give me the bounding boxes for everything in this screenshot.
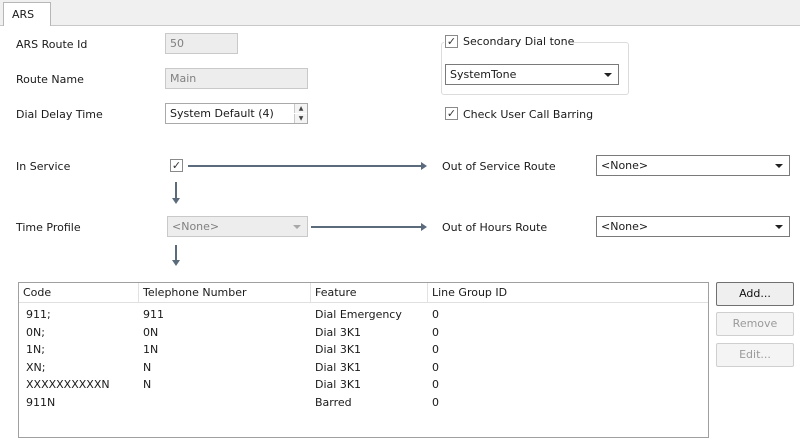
cell-code: 911N [26,395,56,409]
arrow-line [175,182,177,198]
chevron-down-icon [775,225,783,229]
cell-telephone: 1N [143,343,159,356]
secondary-dial-tone-checkbox[interactable]: ✓ [445,35,458,48]
dial-delay-label: Dial Delay Time [16,108,103,121]
spin-up-icon[interactable]: ▲ [294,104,307,113]
checkmark-icon: ✓ [446,35,457,48]
cell-feature: Dial 3K1 [315,360,362,374]
cell-feature: Dial 3K1 [315,343,362,356]
checkmark-icon: ✓ [446,107,457,120]
dial-tone-value: SystemTone [450,68,517,81]
cell-line-group: 0 [432,343,439,356]
tab-strip: ARS [0,0,800,27]
out-of-service-select[interactable]: <None> [596,155,790,176]
arrow-right-icon [421,223,427,231]
secondary-dial-tone-label: Secondary Dial tone [463,35,575,48]
arrow-line [311,226,421,228]
dial-delay-stepper[interactable]: System Default (4) ▲ ▼ [165,103,308,124]
route-id-field[interactable]: 50 [165,33,238,54]
cell-telephone: N [143,360,152,374]
route-name-field[interactable]: Main [165,68,308,89]
table-row[interactable]: XXXXXXXXXXN N Dial 3K1 0 [19,376,708,393]
ars-panel: ARS Route Id 50 Route Name Main Dial Del… [0,26,800,446]
checkmark-icon: ✓ [171,159,182,172]
cell-feature: Dial 3K1 [315,378,362,391]
table-row[interactable]: 0N; 0N Dial 3K1 0 [19,324,708,341]
time-profile-label: Time Profile [16,221,81,234]
cell-telephone: 911 [143,308,164,321]
chevron-down-icon [775,164,783,168]
out-of-hours-select[interactable]: <None> [596,216,790,237]
out-of-hours-label: Out of Hours Route [442,221,548,234]
short-code-list[interactable]: Code Telephone Number Feature Line Group… [18,282,709,438]
column-header-feature[interactable]: Feature [311,283,428,303]
table-row[interactable]: XN; N Dial 3K1 0 [19,359,708,376]
in-service-label: In Service [16,160,71,173]
time-profile-select[interactable]: <None> [167,216,308,237]
cell-line-group: 0 [432,360,439,374]
cell-code: 0N; [26,325,45,339]
cell-telephone: N [143,378,152,391]
edit-button[interactable]: Edit... [716,343,794,367]
column-header-telephone[interactable]: Telephone Number [139,283,311,303]
route-name-label: Route Name [16,73,84,86]
chevron-down-icon [293,225,301,229]
cell-line-group: 0 [432,325,439,339]
arrow-right-icon [421,162,427,170]
cell-code: XN; [26,360,46,374]
table-row[interactable]: 911N Barred 0 [19,394,708,411]
time-profile-value: <None> [172,220,220,233]
cell-telephone: 0N [143,325,159,339]
dial-delay-value: System Default (4) [170,107,274,120]
table-row[interactable]: 1N; 1N Dial 3K1 0 [19,341,708,358]
cell-feature: Dial Emergency [315,308,402,321]
table-row[interactable]: 911; 911 Dial Emergency 0 [19,306,708,323]
cell-feature: Barred [315,395,352,409]
out-of-service-value: <None> [601,159,649,172]
cell-line-group: 0 [432,378,439,391]
arrow-line [175,245,177,260]
cell-code: 911; [26,308,51,321]
column-header-line-group[interactable]: Line Group ID [428,283,708,303]
arrow-down-icon [172,198,180,204]
route-id-label: ARS Route Id [16,38,88,51]
cell-feature: Dial 3K1 [315,325,362,339]
arrow-line [188,165,421,167]
add-button[interactable]: Add... [716,282,794,306]
arrow-down-icon [172,260,180,266]
check-barring-checkbox[interactable]: ✓ [445,107,458,120]
column-header-code[interactable]: Code [19,283,139,303]
list-header: Code Telephone Number Feature Line Group… [19,283,708,303]
out-of-service-label: Out of Service Route [442,160,556,173]
dial-tone-select[interactable]: SystemTone [445,64,619,85]
tab-ars[interactable]: ARS [3,2,51,27]
check-barring-label: Check User Call Barring [463,108,594,121]
remove-button[interactable]: Remove [716,312,794,336]
out-of-hours-value: <None> [601,220,649,233]
cell-line-group: 0 [432,395,439,409]
group-caption: ✓ Secondary Dial tone [444,35,574,49]
cell-code: 1N; [26,343,45,356]
spin-down-icon[interactable]: ▼ [294,114,307,123]
cell-line-group: 0 [432,308,439,321]
chevron-down-icon [604,73,612,77]
cell-code: XXXXXXXXXXN [26,378,110,391]
in-service-checkbox[interactable]: ✓ [170,159,183,172]
